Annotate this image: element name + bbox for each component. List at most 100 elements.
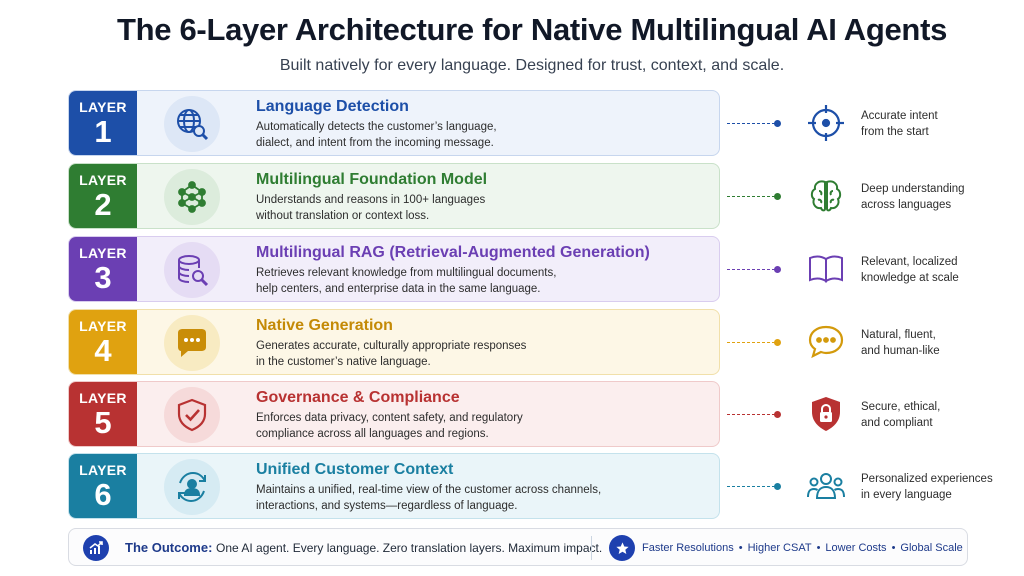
layer-badge-word: LAYER [79,245,127,261]
layer-badge-word: LAYER [79,462,127,478]
benefit-text-6: Personalized experiences in every langua… [861,471,1011,503]
page-subtitle: Built natively for every language. Desig… [279,57,785,74]
benefit-line: across languages [861,199,952,211]
layer-title: Unified Customer Context [256,461,454,478]
benefit-line: Personalized experiences [861,473,993,485]
layer-description-line: dialect, and intent from the incoming me… [256,137,494,149]
layer-number: 6 [94,477,112,512]
layer-description-line: without translation or context loss. [256,210,430,222]
connector-line-2 [727,196,775,197]
layer-number: 2 [94,187,112,222]
layer-description: Understands and reasons in 100+ language… [256,192,711,224]
layer-description: Retrieves relevant knowledge from multil… [256,265,711,297]
connector-line-6 [727,486,775,487]
layer-description-line: Enforces data privacy, content safety, a… [256,412,523,424]
star-icon [609,535,635,561]
database-search-icon [164,242,220,298]
outcome-bar: The Outcome: One AI agent. Every languag… [68,528,968,566]
outcome-metrics: Faster Resolutions • Higher CSAT • Lower Cos… [642,542,963,554]
layer-description: Generates accurate, culturally appropria… [256,338,711,370]
layer-title: Native Generation [256,317,393,334]
benefit-line: Natural, fluent, [861,329,936,341]
connector-dot-5 [774,411,781,418]
benefit-line: Accurate intent [861,110,938,122]
layer-row-4: LAYER 4 Native Generation Generates accu… [68,309,720,375]
benefit-text-1: Accurate intent from the start [861,108,1011,140]
benefit-line: and compliant [861,417,933,429]
globe-search-icon [164,96,220,152]
page-title: The 6-Layer Architecture for Native Mult… [116,12,948,47]
layer-row-2: LAYER 2 Multilingual Foundation Model Un… [68,163,720,229]
neural-network-icon [164,169,220,225]
open-book-icon [806,249,846,289]
layer-badge-word: LAYER [79,318,127,334]
layer-description: Enforces data privacy, content safety, a… [256,410,711,442]
outcome-label: The Outcome: [125,540,213,555]
metric-item: Faster Resolutions [642,542,734,554]
user-sync-icon [164,459,220,515]
layer-number: 4 [94,333,112,368]
connector-line-5 [727,414,775,415]
layer-badge-6: LAYER 6 [69,454,137,518]
layer-description: Maintains a unified, real-time view of t… [256,482,711,514]
connector-dot-6 [774,483,781,490]
layer-badge-word: LAYER [79,99,127,115]
layer-description-line: interactions, and systems—regardless of … [256,500,518,512]
layer-description: Automatically detects the customer’s lan… [256,119,711,151]
layer-title: Multilingual Foundation Model [256,171,488,188]
connector-dot-2 [774,193,781,200]
benefit-line: Deep understanding [861,183,965,195]
shield-check-icon [164,387,220,443]
connector-line-4 [727,342,775,343]
benefit-line: and human-like [861,345,940,357]
brain-icon [806,176,846,216]
crosshair-icon [806,103,846,143]
layer-number: 3 [94,260,112,295]
lock-shield-icon [806,394,846,434]
connector-dot-3 [774,266,781,273]
metric-item: Higher CSAT [747,542,812,554]
layer-title: Multilingual RAG (Retrieval-Augmented Ge… [256,244,650,261]
metric-item: Lower Costs [825,542,887,554]
layer-row-1: LAYER 1 Language Detection Automatically… [68,90,720,156]
benefit-line: from the start [861,126,929,138]
chat-bubble-icon [164,315,220,371]
layer-title: Governance & Compliance [256,389,460,406]
layer-row-5: LAYER 5 Governance & Compliance Enforces… [68,381,720,447]
layer-row-6: LAYER 6 Unified Customer Context Maintai… [68,453,720,519]
layer-description-line: Understands and reasons in 100+ language… [256,194,486,206]
benefit-text-2: Deep understanding across languages [861,181,1011,213]
connector-dot-1 [774,120,781,127]
metric-separator: • [891,542,896,554]
layer-badge-word: LAYER [79,390,127,406]
layer-description-line: Maintains a unified, real-time view of t… [256,484,602,496]
metric-separator: • [738,542,743,554]
layer-badge-4: LAYER 4 [69,310,137,374]
benefit-text-4: Natural, fluent, and human-like [861,327,1011,359]
chat-outline-icon [806,322,846,362]
connector-line-1 [727,123,775,124]
layer-row-3: LAYER 3 Multilingual RAG (Retrieval-Augm… [68,236,720,302]
connector-line-3 [727,269,775,270]
metric-item: Global Scale [900,542,963,554]
benefit-text-5: Secure, ethical, and compliant [861,399,1011,431]
outcome-divider [591,536,592,560]
layer-description-line: Generates accurate, culturally appropria… [256,340,527,352]
metric-separator: • [816,542,821,554]
layer-number: 1 [94,114,112,149]
layer-description-line: Retrieves relevant knowledge from multil… [256,267,557,279]
benefit-line: in every language [861,489,952,501]
layer-badge-word: LAYER [79,172,127,188]
layer-badge-5: LAYER 5 [69,382,137,446]
benefit-line: Relevant, localized [861,256,958,268]
layer-description-line: compliance across all languages and regi… [256,428,489,440]
layer-description-line: in the customer’s native language. [256,356,431,368]
outcome-text: One AI agent. Every language. Zero trans… [216,541,603,555]
layer-badge-3: LAYER 3 [69,237,137,301]
people-group-icon [806,466,846,506]
benefit-line: knowledge at scale [861,272,959,284]
layer-description-line: Automatically detects the customer’s lan… [256,121,497,133]
layer-title: Language Detection [256,98,409,115]
connector-dot-4 [774,339,781,346]
layer-description-line: help centers, and enterprise data in the… [256,283,541,295]
